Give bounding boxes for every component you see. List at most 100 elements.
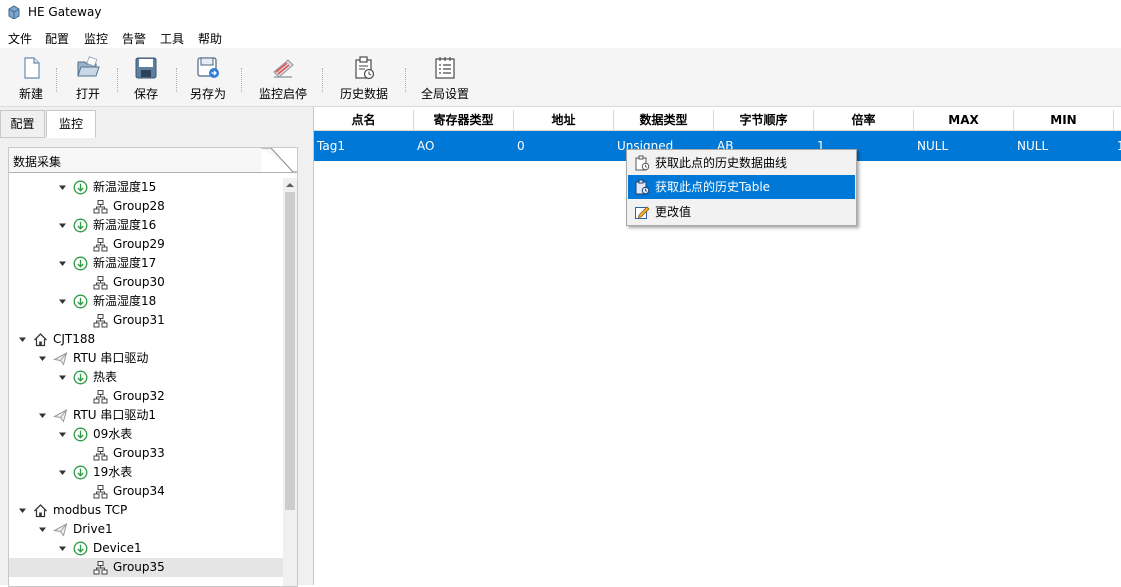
tree-node-label: RTU 串口驱动 xyxy=(73,351,149,365)
tree-node-driver[interactable]: RTU 串口驱动1 xyxy=(9,406,283,425)
menu-tools[interactable]: 工具 xyxy=(160,30,184,47)
title-bar: HE Gateway xyxy=(0,0,1121,26)
table-cell[interactable]: AO xyxy=(414,131,514,161)
tree-node-label: 09水表 xyxy=(93,427,133,441)
column-header[interactable]: MIN xyxy=(1014,110,1114,130)
driver-icon xyxy=(53,352,68,366)
expand-arrow-icon[interactable] xyxy=(58,373,67,382)
tree-scrollbar[interactable] xyxy=(283,178,297,586)
monitor-toggle-button-label: 监控启停 xyxy=(258,87,307,101)
menu-config[interactable]: 配置 xyxy=(45,30,69,47)
menu-item-history-table[interactable]: 获取此点的历史Table xyxy=(628,175,855,199)
tree-node-protocol[interactable]: CJT188 xyxy=(9,330,283,349)
tree-node-label: Group29 xyxy=(113,237,165,251)
menu-alarm[interactable]: 告警 xyxy=(122,30,146,47)
expand-arrow-icon[interactable] xyxy=(58,468,67,477)
tree-node-group[interactable]: Group32 xyxy=(9,387,283,406)
menu-help[interactable]: 帮助 xyxy=(198,30,222,47)
home-icon xyxy=(34,333,47,347)
tree-node-label: Group34 xyxy=(113,484,165,498)
menu-file[interactable]: 文件 xyxy=(8,30,32,47)
menu-monitor[interactable]: 监控 xyxy=(84,30,108,47)
column-header[interactable]: MAX xyxy=(914,110,1014,130)
menu-item-history-chart[interactable]: 获取此点的历史数据曲线 xyxy=(628,151,855,175)
table-cell[interactable]: 1 xyxy=(1114,131,1121,161)
tree-node-device[interactable]: 新温湿度16 xyxy=(9,216,283,235)
tree-node-driver[interactable]: RTU 串口驱动 xyxy=(9,349,283,368)
new-button[interactable]: 新建 xyxy=(12,48,50,106)
new-button-label: 新建 xyxy=(18,87,43,101)
device-tree[interactable]: 新温湿度15 Group28 新温湿度16 Group29 新温湿度17 Group30 新… xyxy=(9,178,283,586)
context-menu: 获取此点的历史数据曲线 获取此点的历史Table 更改值 xyxy=(626,149,857,226)
tree-node-device[interactable]: 19水表 xyxy=(9,463,283,482)
expand-arrow-icon[interactable] xyxy=(58,544,67,553)
tree-node-device[interactable]: 新温湿度15 xyxy=(9,178,283,197)
expand-arrow-icon[interactable] xyxy=(58,183,67,192)
table-cell[interactable]: Tag1 xyxy=(314,131,414,161)
expand-arrow-icon[interactable] xyxy=(58,430,67,439)
data-collection-panel: 数据采集 新温湿度15 Group28 新温湿度16 Group29 新温湿度17 Gro… xyxy=(8,147,298,587)
column-header[interactable]: 数据类型 xyxy=(614,110,714,130)
monitor-toggle-button[interactable]: 监控启停 xyxy=(254,48,312,106)
tab-config[interactable]: 配置 xyxy=(0,110,45,138)
table-header: 点名 寄存器类型 地址 数据类型 字节顺序 倍率 MAX MIN xyxy=(314,110,1121,131)
save-as-button[interactable]: 另存为 xyxy=(186,48,230,106)
tree-node-group[interactable]: Group34 xyxy=(9,482,283,501)
expand-arrow-icon[interactable] xyxy=(38,411,47,420)
tab-monitor[interactable]: 监控 xyxy=(46,110,96,138)
tree-node-device[interactable]: 新温湿度18 xyxy=(9,292,283,311)
expand-arrow-icon[interactable] xyxy=(38,354,47,363)
column-header[interactable]: 寄存器类型 xyxy=(414,110,514,130)
toolbar-separator xyxy=(241,68,244,92)
tree-node-group[interactable]: Group31 xyxy=(9,311,283,330)
tree-node-device[interactable]: 热表 xyxy=(9,368,283,387)
tree-node-label: Drive1 xyxy=(73,522,113,536)
table-cell[interactable]: 0 xyxy=(514,131,614,161)
tree-node-device[interactable]: 新温湿度17 xyxy=(9,254,283,273)
expand-arrow-icon[interactable] xyxy=(38,525,47,534)
column-header[interactable]: 倍率 xyxy=(814,110,914,130)
history-data-icon xyxy=(355,56,375,80)
history-chart-icon xyxy=(635,155,650,171)
tree-node-group[interactable]: Group30 xyxy=(9,273,283,292)
column-header[interactable]: 字节顺序 xyxy=(714,110,814,130)
tree-node-group[interactable]: Group35 xyxy=(9,558,283,577)
menu-item-change-value[interactable]: 更改值 xyxy=(628,200,855,224)
scrollbar-thumb[interactable] xyxy=(285,192,295,510)
expand-arrow-icon[interactable] xyxy=(18,335,27,344)
group-icon xyxy=(93,314,108,328)
tab-monitor-label: 监控 xyxy=(58,117,83,131)
device-status-icon xyxy=(73,218,88,233)
home-icon xyxy=(34,504,47,518)
tree-node-driver[interactable]: Drive1 xyxy=(9,520,283,539)
save-button[interactable]: 保存 xyxy=(127,48,165,106)
tree-node-label: 新温湿度18 xyxy=(93,294,157,308)
tree-node-device[interactable]: Device1 xyxy=(9,539,283,558)
tree-node-group[interactable]: Group33 xyxy=(9,444,283,463)
tree-node-protocol[interactable]: modbus TCP xyxy=(9,501,283,520)
tree-node-device[interactable]: 09水表 xyxy=(9,425,283,444)
global-settings-icon xyxy=(435,57,455,79)
scroll-up-arrow-icon[interactable] xyxy=(285,181,295,189)
expand-arrow-icon[interactable] xyxy=(58,221,67,230)
expand-arrow-icon[interactable] xyxy=(58,259,67,268)
device-status-icon xyxy=(73,427,88,442)
open-button[interactable]: 打开 xyxy=(69,48,107,106)
column-header[interactable]: 点名 xyxy=(314,110,414,130)
table-cell[interactable]: NULL xyxy=(1014,131,1114,161)
toolbar-separator xyxy=(405,68,408,92)
device-status-icon xyxy=(73,256,88,271)
tree-node-label: 新温湿度17 xyxy=(93,256,157,270)
expand-arrow-icon[interactable] xyxy=(58,297,67,306)
expand-arrow-icon[interactable] xyxy=(18,506,27,515)
column-header[interactable]: 地址 xyxy=(514,110,614,130)
global-settings-button[interactable]: 全局设置 xyxy=(417,48,473,106)
device-status-icon xyxy=(73,465,88,480)
tree-node-group[interactable]: Group28 xyxy=(9,197,283,216)
history-data-button[interactable]: 历史数据 xyxy=(336,48,392,106)
table-cell[interactable]: NULL xyxy=(914,131,1014,161)
group-icon xyxy=(93,485,108,499)
gateway-app-icon xyxy=(8,5,20,19)
tree-node-group[interactable]: Group29 xyxy=(9,235,283,254)
new-file-icon xyxy=(24,57,40,79)
